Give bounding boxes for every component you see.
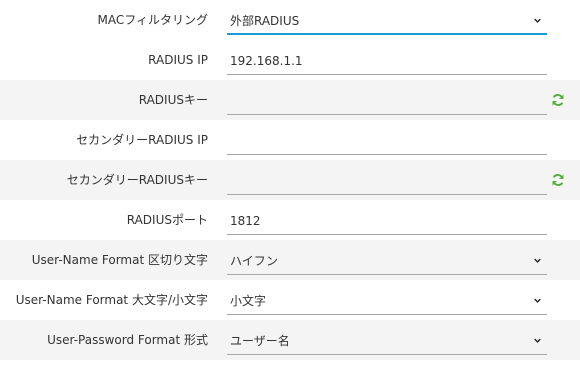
mac-filtering-value: 外部RADIUS: [230, 14, 300, 28]
secondary-radius-key-label: セカンダリーRADIUSキー: [66, 173, 208, 187]
username-delimiter-label: User-Name Format 区切り文字: [31, 253, 208, 267]
secondary-radius-ip-label: セカンダリーRADIUS IP: [76, 133, 208, 147]
password-format-select[interactable]: ユーザー名: [227, 327, 547, 355]
radius-port-input[interactable]: 1812: [227, 207, 547, 235]
secondary-radius-ip-input[interactable]: [227, 127, 547, 155]
mac-filtering-label: MACフィルタリング: [97, 13, 209, 27]
chevron-down-icon: [534, 338, 541, 343]
username-delimiter-value: ハイフン: [230, 254, 279, 268]
row-radius-port: RADIUSポート 1812: [0, 200, 580, 240]
row-password-format: User-Password Format 形式 ユーザー名: [0, 320, 580, 360]
radius-port-value: 1812: [230, 214, 261, 228]
row-username-delimiter: User-Name Format 区切り文字 ハイフン: [0, 240, 580, 280]
row-secondary-radius-ip: セカンダリーRADIUS IP: [0, 120, 580, 160]
radius-ip-label: RADIUS IP: [148, 53, 208, 67]
row-username-case: User-Name Format 大文字/小文字 小文字: [0, 280, 580, 320]
radius-settings-form: MACフィルタリング 外部RADIUS RADIUS IP 192.168.1.…: [0, 0, 580, 360]
refresh-icon[interactable]: [551, 93, 565, 107]
chevron-down-icon: [534, 18, 541, 23]
radius-ip-input[interactable]: 192.168.1.1: [227, 47, 547, 75]
username-case-select[interactable]: 小文字: [227, 287, 547, 315]
username-delimiter-select[interactable]: ハイフン: [227, 247, 547, 275]
radius-ip-value: 192.168.1.1: [230, 54, 303, 68]
row-secondary-radius-key: セカンダリーRADIUSキー: [0, 160, 580, 200]
row-radius-key: RADIUSキー: [0, 80, 580, 120]
chevron-down-icon: [534, 258, 541, 263]
secondary-radius-key-input[interactable]: [227, 167, 547, 195]
mac-filtering-select[interactable]: 外部RADIUS: [227, 7, 547, 35]
password-format-value: ユーザー名: [230, 334, 290, 348]
chevron-down-icon: [534, 298, 541, 303]
row-mac-filtering: MACフィルタリング 外部RADIUS: [0, 0, 580, 40]
radius-key-label: RADIUSキー: [138, 93, 208, 107]
radius-port-label: RADIUSポート: [126, 213, 208, 227]
username-case-value: 小文字: [230, 294, 267, 308]
refresh-icon[interactable]: [551, 173, 565, 187]
username-case-label: User-Name Format 大文字/小文字: [15, 293, 208, 307]
row-radius-ip: RADIUS IP 192.168.1.1: [0, 40, 580, 80]
radius-key-input[interactable]: [227, 87, 547, 115]
password-format-label: User-Password Format 形式: [47, 333, 208, 347]
